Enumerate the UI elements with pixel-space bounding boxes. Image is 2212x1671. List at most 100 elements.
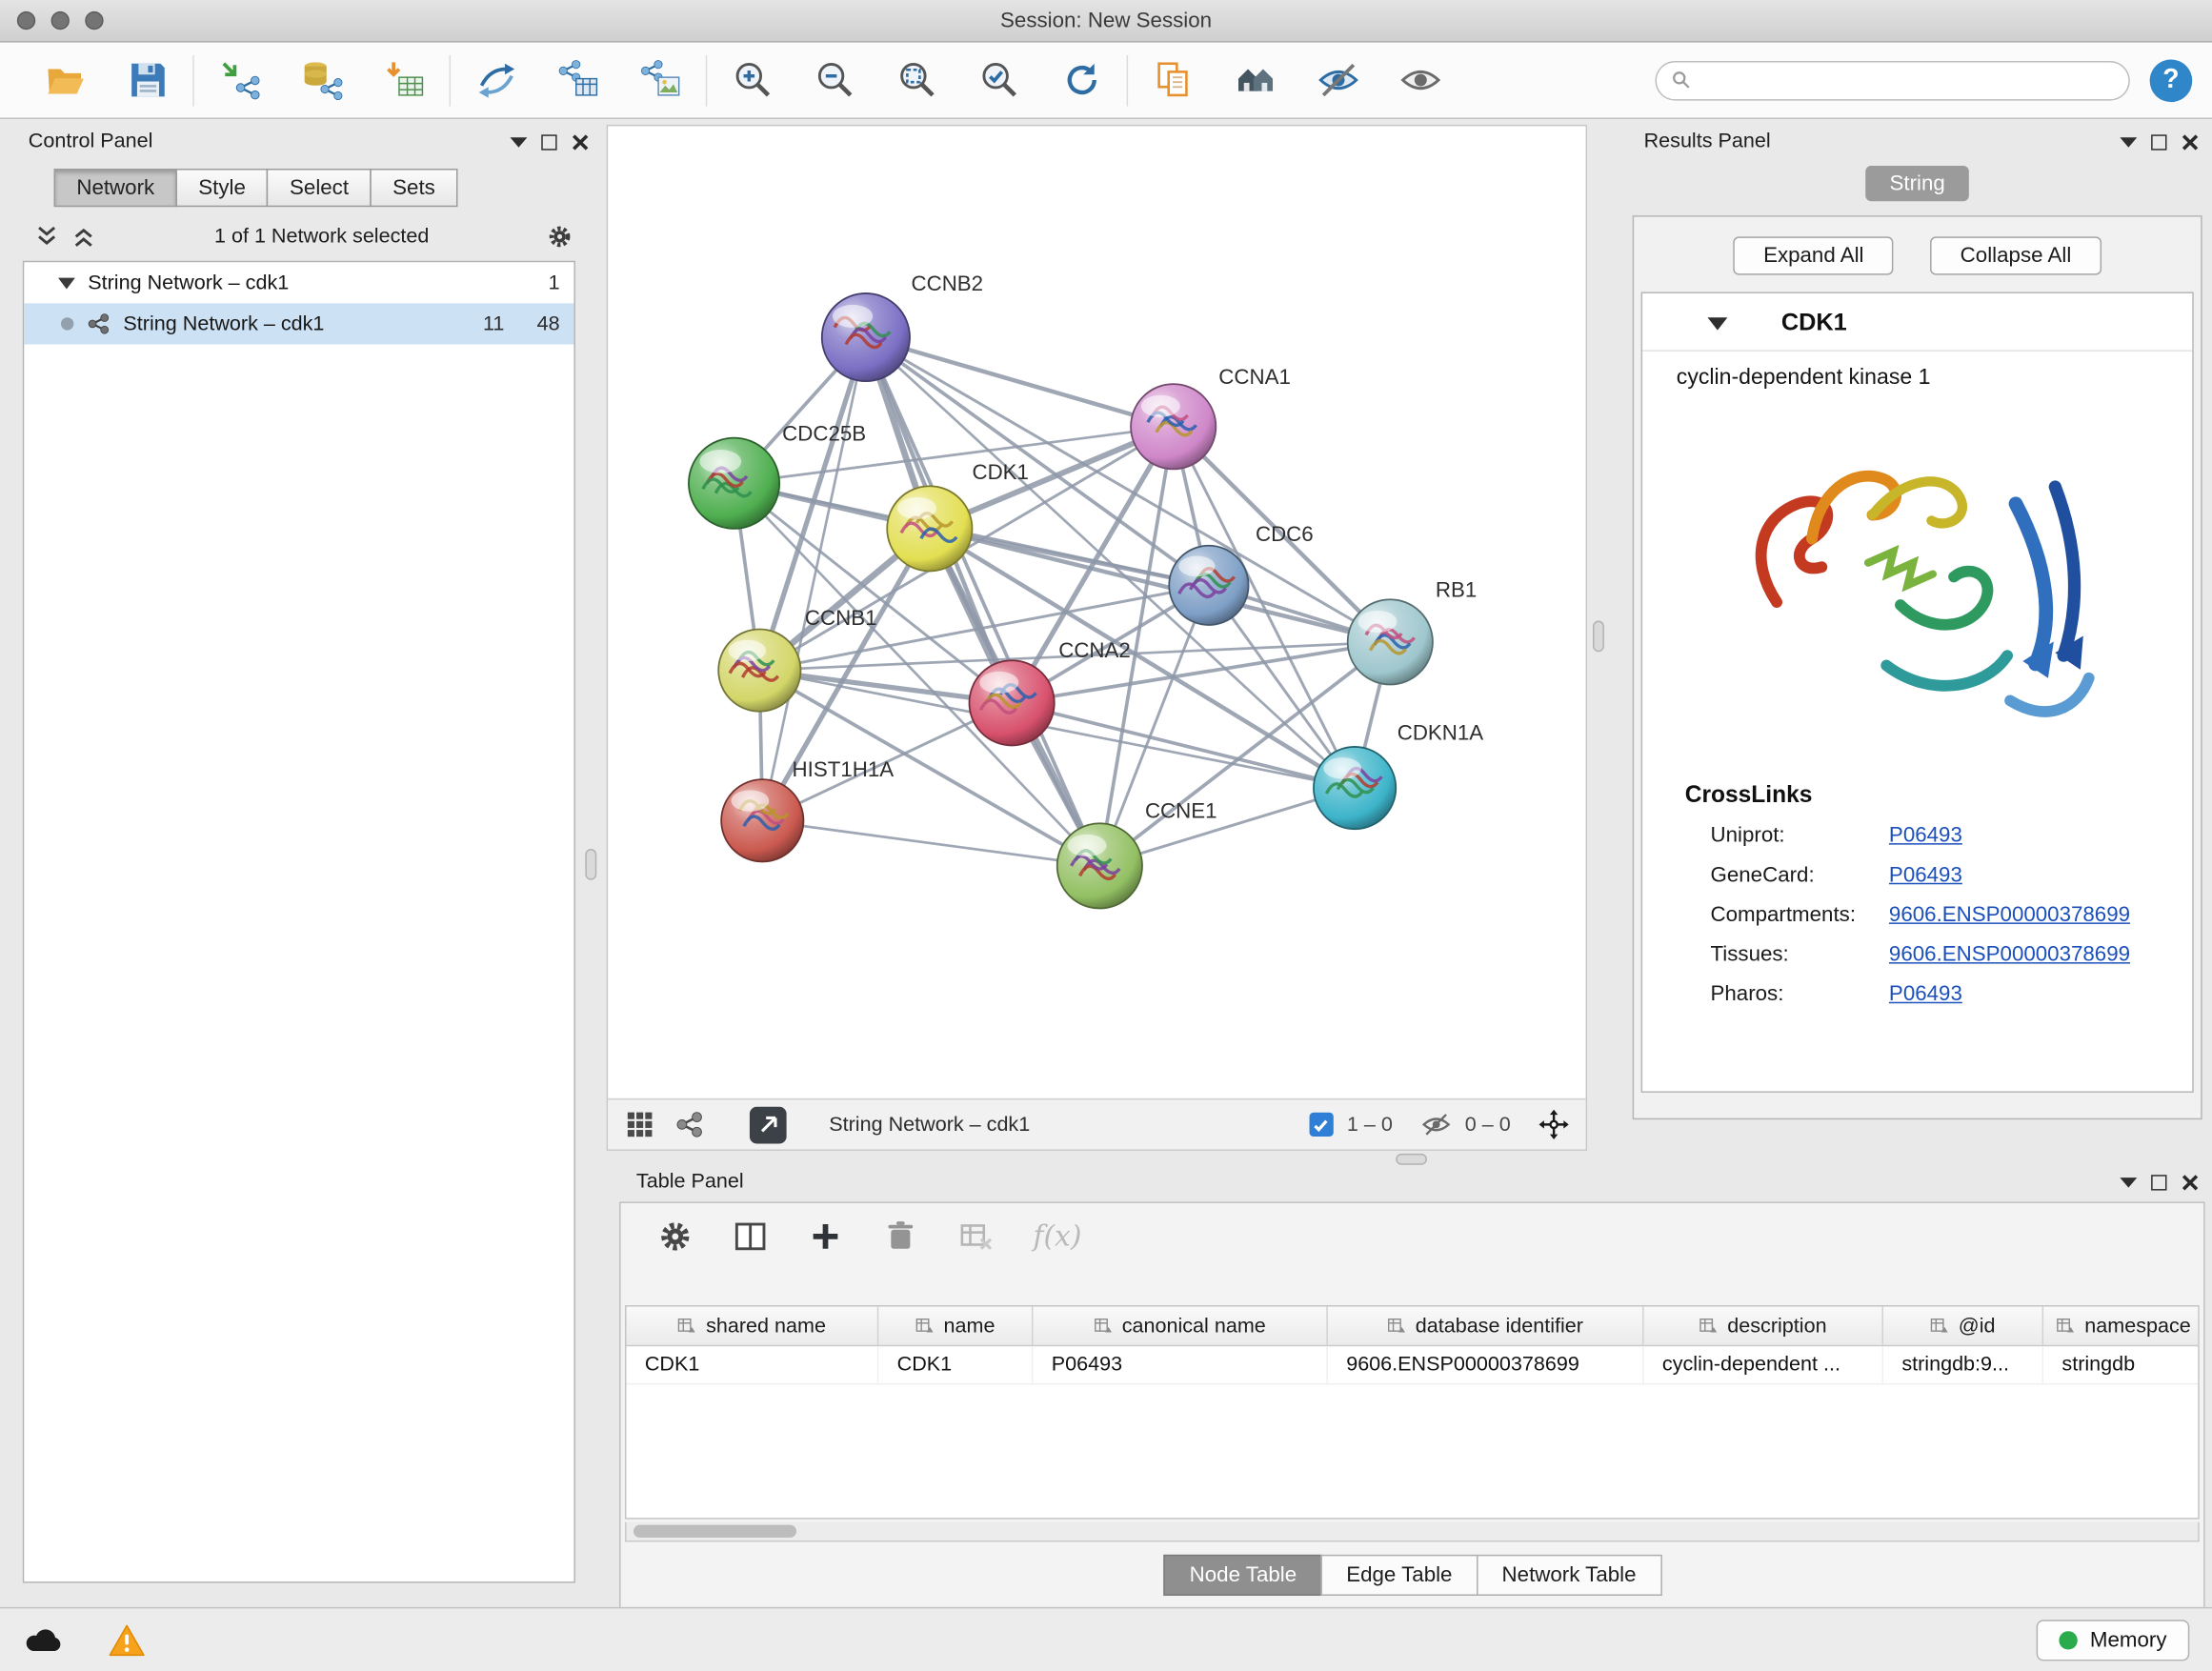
scrollbar-thumb[interactable]	[633, 1525, 796, 1538]
network-row[interactable]: String Network – cdk1 11 48	[24, 303, 573, 344]
horizontal-scrollbar[interactable]	[625, 1522, 2200, 1542]
application-window: Session: New Session	[0, 0, 2212, 1671]
copy-icon[interactable]	[1145, 51, 1202, 109]
tab-sets[interactable]: Sets	[370, 169, 457, 207]
window-title: Session: New Session	[0, 9, 2212, 32]
network-view-mode-icon[interactable]	[674, 1110, 704, 1139]
save-session-icon[interactable]	[119, 51, 176, 109]
clone-network-icon[interactable]	[468, 51, 525, 109]
zoom-in-icon[interactable]	[724, 51, 781, 109]
grid-view-icon[interactable]	[625, 1110, 654, 1139]
zoom-fit-icon[interactable]	[889, 51, 946, 109]
hidden-eye-icon[interactable]	[1421, 1110, 1451, 1139]
network-table-icon[interactable]	[550, 51, 607, 109]
delete-table-icon[interactable]	[958, 1218, 994, 1254]
memory-status-icon	[2059, 1630, 2077, 1648]
float-panel-icon[interactable]	[2151, 134, 2166, 150]
right-splitter-handle[interactable]	[1593, 621, 1604, 653]
left-splitter-handle[interactable]	[585, 849, 596, 880]
toolbar-search[interactable]	[1655, 60, 2129, 100]
cloud-icon[interactable]	[23, 1624, 66, 1656]
import-table-icon[interactable]	[375, 51, 432, 109]
gene-section-header[interactable]: CDK1	[1642, 293, 2192, 352]
svg-text:CDK1: CDK1	[972, 460, 1028, 484]
gene-description: cyclin-dependent kinase 1	[1642, 352, 2192, 392]
bottom-splitter-handle[interactable]	[1396, 1154, 1427, 1165]
uniprot-link[interactable]: P06493	[1889, 823, 1962, 847]
column-header-description[interactable]: description	[1644, 1307, 1883, 1345]
svg-text:CDC25B: CDC25B	[782, 422, 866, 446]
float-panel-icon[interactable]	[2151, 1174, 2166, 1189]
collapse-panel-icon[interactable]	[2120, 1177, 2137, 1186]
collapse-panel-icon[interactable]	[511, 137, 528, 147]
show-columns-icon[interactable]	[733, 1218, 768, 1254]
import-network-database-icon[interactable]	[293, 51, 351, 109]
column-header-canonical-name[interactable]: canonical name	[1033, 1307, 1327, 1345]
svg-text:RB1: RB1	[1436, 577, 1477, 601]
warning-icon[interactable]	[108, 1622, 146, 1658]
delete-column-icon[interactable]	[883, 1218, 918, 1254]
maximize-window-button[interactable]	[85, 11, 103, 30]
table-row[interactable]: CDK1 CDK1 P06493 9606.ENSP00000378699 cy…	[627, 1346, 2199, 1384]
collapse-all-icon[interactable]	[34, 224, 60, 250]
function-builder-icon[interactable]: f(x)	[1033, 1218, 1081, 1253]
section-expander-icon[interactable]	[1708, 316, 1728, 329]
gear-icon[interactable]	[657, 1218, 693, 1254]
expand-all-icon[interactable]	[70, 224, 96, 250]
network-canvas[interactable]: CCNB2CCNA1CDC25BCDK1CDC6RB1CCNB1CCNA2CDK…	[608, 126, 1585, 1097]
svg-text:CDKN1A: CDKN1A	[1398, 721, 1484, 745]
zoom-out-icon[interactable]	[806, 51, 863, 109]
column-header-id[interactable]: @id	[1883, 1307, 2043, 1345]
close-panel-icon[interactable]	[2181, 132, 2199, 151]
genecard-link[interactable]: P06493	[1889, 862, 1962, 886]
tab-network-table[interactable]: Network Table	[1477, 1555, 1662, 1596]
add-column-icon[interactable]	[808, 1218, 843, 1254]
refresh-icon[interactable]	[1053, 51, 1110, 109]
minimize-window-button[interactable]	[51, 11, 70, 30]
column-header-name[interactable]: name	[878, 1307, 1033, 1345]
results-panel: Results Panel String Expand All Collapse…	[1630, 125, 2205, 1119]
pharos-link[interactable]: P06493	[1889, 981, 1962, 1005]
tree-expander-icon[interactable]	[58, 277, 75, 289]
tab-edge-table[interactable]: Edge Table	[1320, 1555, 1478, 1596]
detach-view-icon[interactable]	[750, 1106, 787, 1143]
network-collection-row[interactable]: String Network – cdk1 1	[24, 262, 573, 303]
column-header-database-identifier[interactable]: database identifier	[1328, 1307, 1644, 1345]
tab-node-table[interactable]: Node Table	[1164, 1555, 1322, 1596]
crosslink-row: Pharos: P06493	[1642, 974, 2192, 1014]
import-network-file-icon[interactable]	[211, 51, 269, 109]
home-layout-icon[interactable]	[1227, 51, 1284, 109]
tab-network[interactable]: Network	[54, 169, 177, 207]
memory-button[interactable]: Memory	[2036, 1620, 2189, 1661]
open-session-icon[interactable]	[37, 51, 94, 109]
expand-all-button[interactable]: Expand All	[1734, 236, 1894, 274]
close-panel-icon[interactable]	[2181, 1173, 2199, 1191]
eye-icon[interactable]	[1392, 51, 1449, 109]
selected-checkbox-icon[interactable]	[1309, 1113, 1333, 1137]
tab-style[interactable]: Style	[175, 169, 268, 207]
tab-string[interactable]: String	[1865, 166, 1969, 201]
help-button[interactable]: ?	[2150, 59, 2193, 102]
network-tree: String Network – cdk1 1 String Network –…	[23, 261, 575, 1583]
float-panel-icon[interactable]	[541, 134, 556, 150]
network-image-icon[interactable]	[632, 51, 689, 109]
close-window-button[interactable]	[17, 11, 35, 30]
svg-text:CCNA2: CCNA2	[1058, 638, 1131, 662]
zoom-selected-icon[interactable]	[971, 51, 1028, 109]
gear-icon[interactable]	[547, 224, 573, 250]
tab-select[interactable]: Select	[267, 169, 372, 207]
pan-crosshair-icon[interactable]	[1539, 1110, 1569, 1139]
string-results-card: Expand All Collapse All CDK1 cyclin-depe…	[1633, 215, 2202, 1119]
search-input[interactable]	[1702, 69, 2115, 91]
annotation-visibility-icon[interactable]	[1310, 51, 1367, 109]
collapse-panel-icon[interactable]	[2120, 137, 2137, 147]
collection-count: 1	[549, 272, 560, 294]
close-panel-icon[interactable]	[571, 132, 589, 151]
column-header-shared-name[interactable]: shared name	[627, 1307, 879, 1345]
table-toolbar: f(x)	[621, 1203, 2204, 1268]
compartments-link[interactable]: 9606.ENSP00000378699	[1889, 902, 2130, 926]
network-view-title: String Network – cdk1	[829, 1113, 1030, 1136]
tissues-link[interactable]: 9606.ENSP00000378699	[1889, 941, 2130, 965]
column-header-namespace[interactable]: namespace	[2043, 1307, 2200, 1345]
collapse-all-button[interactable]: Collapse All	[1930, 236, 2101, 274]
